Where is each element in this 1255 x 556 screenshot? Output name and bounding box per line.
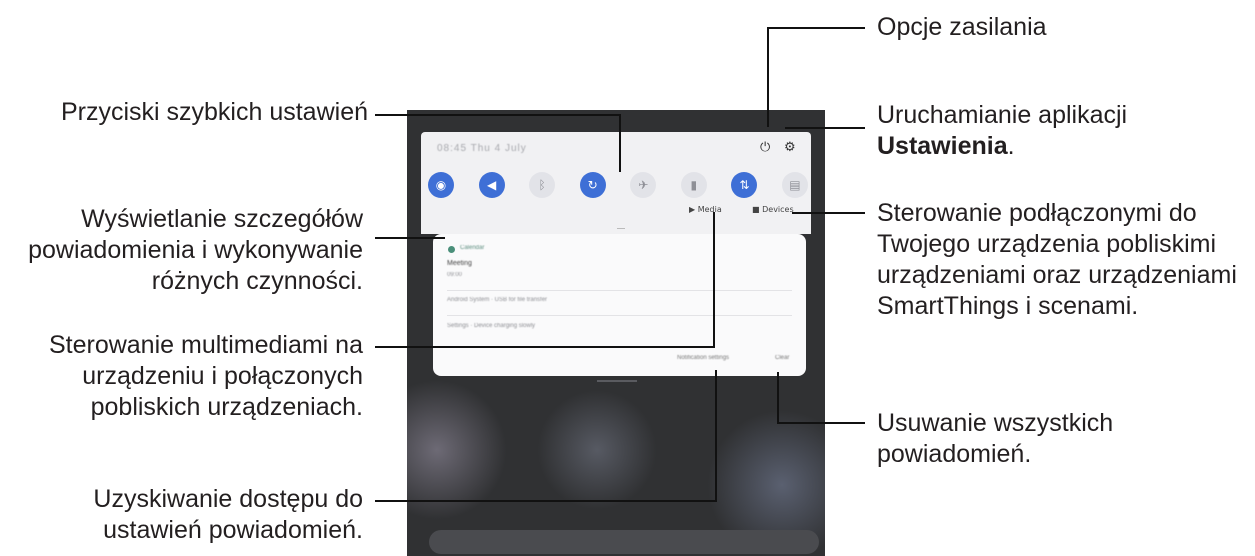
callout-power-options: Opcje zasilania xyxy=(877,13,1047,41)
flashlight-icon[interactable]: ▮ xyxy=(680,172,707,198)
notification-time: 09:00 xyxy=(447,272,463,278)
devices-label: Devices xyxy=(762,205,794,214)
callout-launch-settings-line1: Uruchamianie aplikacji xyxy=(877,101,1128,129)
callout-line-text: Sterowanie podłączonymi do xyxy=(877,199,1197,227)
status-date: 08:45 Thu 4 July xyxy=(437,143,527,154)
callout-quick-settings: Przyciski szybkich ustawień xyxy=(60,98,368,126)
callout-line-text: SmartThings i scenami. xyxy=(877,292,1139,320)
callout-line-power xyxy=(767,27,769,127)
phone-screen: 08:45 Thu 4 July ⏻ ⚙ ◉ ◀ ᛒ ↻ ✈ ▮ ⇅ ▤ ▶ M… xyxy=(407,110,825,556)
callout-clear-all: Usuwanie wszystkich powiadomień. xyxy=(877,408,1113,470)
notification-card[interactable]: Calendar Meeting 09:00 Android System · … xyxy=(433,234,806,376)
bluetooth-icon[interactable]: ᛒ xyxy=(529,172,556,198)
callout-line-media xyxy=(713,212,715,348)
media-button[interactable]: ▶ Media xyxy=(689,205,722,214)
callout-media-control: Sterowanie multimediami na urządzeniu i … xyxy=(49,330,363,423)
callout-line-clear xyxy=(777,372,779,424)
notification-title: Meeting xyxy=(447,260,472,267)
home-indicator xyxy=(597,380,637,382)
callout-line-notification xyxy=(375,237,445,239)
callout-launch-settings: Uruchamianie aplikacji Ustawienia. xyxy=(877,100,1127,162)
notification-settings-button[interactable]: Notification settings xyxy=(677,355,729,361)
callout-line-text: Twojego urządzenia pobliskimi xyxy=(877,230,1217,258)
panel-handle xyxy=(617,228,625,229)
notification-divider xyxy=(447,290,792,291)
callout-launch-settings-line2: Ustawienia. xyxy=(877,131,1127,162)
auto-rotate-icon[interactable]: ↻ xyxy=(579,172,606,198)
callout-line-settings xyxy=(785,127,865,129)
callout-line-quick-settings xyxy=(375,114,621,116)
wifi-icon[interactable]: ◉ xyxy=(428,172,454,198)
media-label: Media xyxy=(697,205,722,214)
callout-line-text: powiadomień. xyxy=(877,440,1032,468)
callout-line-text: pobliskich urządzeniach. xyxy=(90,393,363,421)
callout-line-text: różnych czynności. xyxy=(151,267,363,295)
callout-line-media xyxy=(375,346,715,348)
callout-line-devices xyxy=(792,212,865,214)
callout-notification-settings: Uzyskiwanie dostępu do ustawień powiadom… xyxy=(93,484,363,546)
notification-row-system[interactable]: Android System · USB for file transfer xyxy=(447,297,547,303)
callout-line-notification-settings xyxy=(375,500,717,502)
callout-line-power xyxy=(767,27,865,29)
wallpaper-blob xyxy=(537,390,657,510)
callout-line-clear xyxy=(777,422,865,424)
notification-app-name: Calendar xyxy=(460,245,485,251)
calendar-app-icon xyxy=(448,246,455,253)
callout-line-text: Sterowanie multimediami na xyxy=(48,331,363,359)
power-icon[interactable]: ⏻ xyxy=(760,140,770,155)
callout-line-text: powiadomienia i wykonywanie xyxy=(28,236,363,264)
sound-icon[interactable]: ◀ xyxy=(478,172,505,198)
screen-mirror-icon[interactable]: ▤ xyxy=(781,172,808,198)
notification-row-settings[interactable]: Settings · Device charging slowly xyxy=(447,323,535,329)
callout-line-text: Wyświetlanie szczegółów xyxy=(81,205,363,233)
settings-period: . xyxy=(1007,132,1015,160)
airplane-mode-icon[interactable]: ✈ xyxy=(630,172,657,198)
callout-line-text: urządzeniu i połączonych xyxy=(82,362,363,390)
callout-line-text: Uzyskiwanie dostępu do xyxy=(93,485,363,513)
callout-line-text: ustawień powiadomień. xyxy=(103,516,363,544)
callout-notification-details: Wyświetlanie szczegółów powiadomienia i … xyxy=(28,204,363,297)
callout-line-text: urządzeniami oraz urządzeniami xyxy=(877,261,1237,289)
callout-device-control: Sterowanie podłączonymi do Twojego urząd… xyxy=(877,198,1237,322)
callout-line-quick-settings xyxy=(619,114,621,172)
settings-gear-icon[interactable]: ⚙ xyxy=(784,140,796,155)
wallpaper-bottom-bar xyxy=(429,530,819,554)
devices-button[interactable]: ■ Devices xyxy=(752,205,794,214)
notification-divider xyxy=(447,315,792,316)
clear-button[interactable]: Clear xyxy=(775,355,789,361)
mobile-data-icon[interactable]: ⇅ xyxy=(731,172,758,198)
callout-line-notification-settings xyxy=(715,370,717,502)
quick-settings-bar: ◉ ◀ ᛒ ↻ ✈ ▮ ⇅ ▤ xyxy=(428,165,808,205)
settings-app-name: Ustawienia xyxy=(877,132,1008,160)
wallpaper-blob xyxy=(407,380,507,520)
callout-line-text: Usuwanie wszystkich xyxy=(877,409,1114,437)
